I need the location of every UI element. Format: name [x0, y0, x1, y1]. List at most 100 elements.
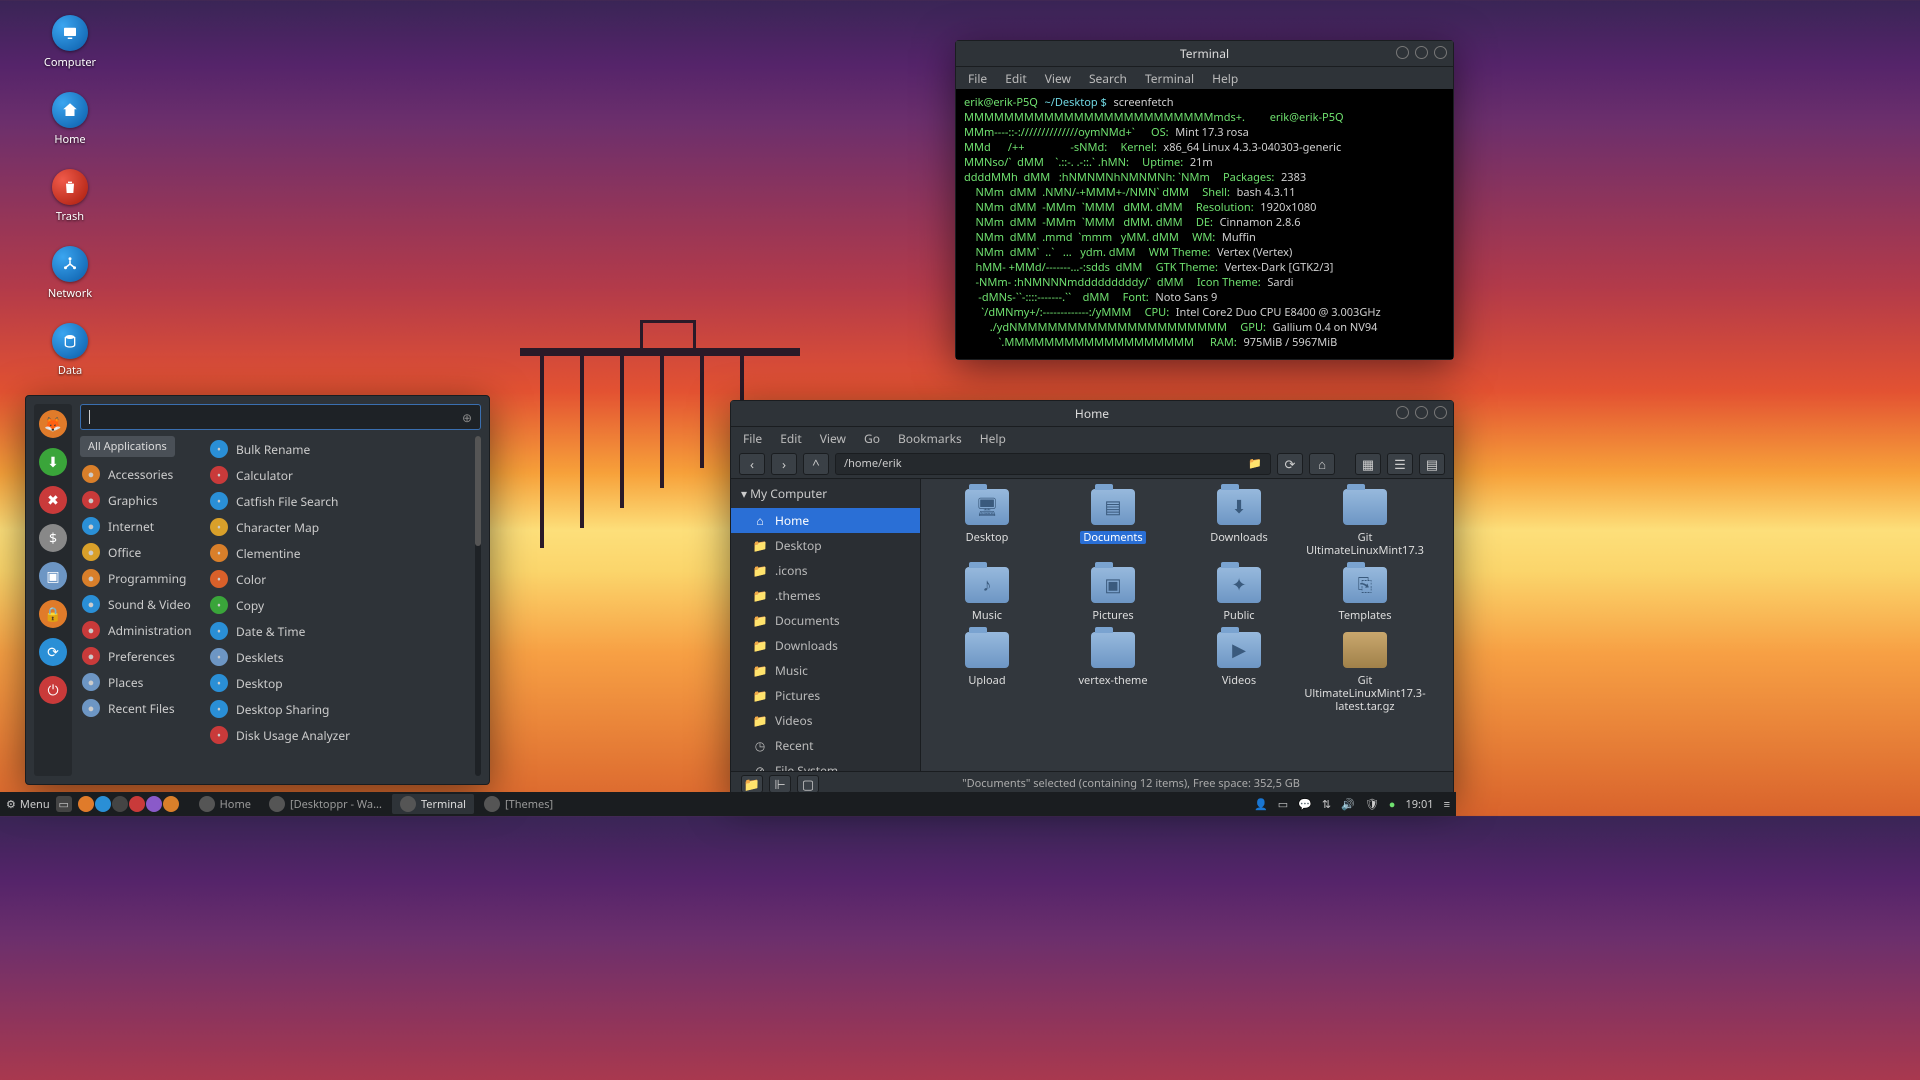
view-list-button[interactable]: ☰: [1387, 453, 1413, 475]
launcher-side-tools[interactable]: ✖: [39, 486, 67, 514]
grid-item[interactable]: 🖥Desktop: [939, 489, 1035, 557]
menu-help[interactable]: Help: [1212, 70, 1238, 87]
launcher-cat-programming[interactable]: ●Programming: [80, 565, 200, 591]
launcher-side-firefox[interactable]: 🦊: [39, 410, 67, 438]
terminal-window[interactable]: Terminal File Edit View Search Terminal …: [955, 40, 1454, 360]
menu-view[interactable]: View: [820, 430, 846, 447]
close-button[interactable]: [1434, 406, 1447, 419]
launcher-app-clementine[interactable]: •Clementine: [208, 540, 465, 566]
tray-menu-icon[interactable]: ≡: [1444, 797, 1450, 812]
fm-titlebar[interactable]: Home: [731, 401, 1453, 427]
ql-firefox[interactable]: [78, 796, 94, 812]
reload-button[interactable]: ⟳: [1277, 453, 1303, 475]
close-button[interactable]: [1434, 46, 1447, 59]
launcher-scrollbar[interactable]: [475, 436, 481, 776]
taskbar-task[interactable]: Home: [191, 794, 259, 814]
back-button[interactable]: ‹: [739, 453, 765, 475]
launcher-side-download[interactable]: ⬇: [39, 448, 67, 476]
menu-search[interactable]: Search: [1089, 70, 1127, 87]
launcher-app-disk-usage-analyzer[interactable]: •Disk Usage Analyzer: [208, 722, 465, 748]
tray-status-icon[interactable]: ●: [1389, 797, 1396, 812]
launcher-cat-recent-files[interactable]: ●Recent Files: [80, 695, 200, 721]
sidebar-item-music[interactable]: 📁Music: [731, 658, 920, 683]
maximize-button[interactable]: [1415, 46, 1428, 59]
forward-button[interactable]: ›: [771, 453, 797, 475]
menu-bookmarks[interactable]: Bookmarks: [898, 430, 962, 447]
sidebar-item-recent[interactable]: ◷Recent: [731, 733, 920, 758]
desktop-home[interactable]: Home: [40, 92, 100, 147]
tray-volume-icon[interactable]: 🔊: [1341, 797, 1355, 812]
minimize-button[interactable]: [1396, 46, 1409, 59]
launcher-app-color[interactable]: •Color: [208, 566, 465, 592]
grid-item[interactable]: Upload: [939, 632, 1035, 713]
menu-help[interactable]: Help: [980, 430, 1006, 447]
launcher-app-desktop[interactable]: •Desktop: [208, 670, 465, 696]
sidebar-item-desktop[interactable]: 📁Desktop: [731, 533, 920, 558]
launcher-side-lock[interactable]: 🔒: [39, 600, 67, 628]
sidebar-header-mycomputer[interactable]: ▾ My Computer: [731, 479, 920, 508]
launcher-app-desktop-sharing[interactable]: •Desktop Sharing: [208, 696, 465, 722]
grid-item[interactable]: ▣Pictures: [1065, 567, 1161, 622]
launcher-app-date-time[interactable]: •Date & Time: [208, 618, 465, 644]
launcher-side-files[interactable]: ▣: [39, 562, 67, 590]
taskbar-task[interactable]: [Desktoppr - Wa...: [261, 794, 390, 814]
desktop-network[interactable]: Network: [40, 246, 100, 301]
clock[interactable]: 19:01: [1405, 797, 1433, 812]
terminal-body[interactable]: erik@erik-P5Q ~/Desktop $ screenfetch MM…: [956, 89, 1453, 359]
grid-item[interactable]: ▤Documents: [1065, 489, 1161, 557]
launcher-cat-internet[interactable]: ●Internet: [80, 513, 200, 539]
launcher-app-desklets[interactable]: •Desklets: [208, 644, 465, 670]
launcher-cat-graphics[interactable]: ●Graphics: [80, 487, 200, 513]
sidebar-item-pictures[interactable]: 📁Pictures: [731, 683, 920, 708]
ql-app6[interactable]: [163, 796, 179, 812]
status-folder-button[interactable]: 📁: [741, 775, 763, 793]
view-icons-button[interactable]: ▦: [1355, 453, 1381, 475]
menu-view[interactable]: View: [1045, 70, 1071, 87]
launcher-side-refresh[interactable]: ⟳: [39, 638, 67, 666]
fm-grid[interactable]: 🖥Desktop ▤Documents ⬇Downloads Git Ultimate…: [921, 479, 1453, 771]
desktop-data[interactable]: Data: [40, 323, 100, 378]
tray-shield-icon[interactable]: 🛡: [1365, 797, 1379, 812]
sidebar-item-documents[interactable]: 📁Documents: [731, 608, 920, 633]
launcher-app-catfish-file-search[interactable]: •Catfish File Search: [208, 488, 465, 514]
grid-item[interactable]: ⎘Templates: [1317, 567, 1413, 622]
grid-item[interactable]: vertex-theme: [1065, 632, 1161, 713]
home-button[interactable]: ⌂: [1309, 453, 1335, 475]
path-input[interactable]: /home/erik📁: [835, 453, 1271, 475]
sidebar-item--themes[interactable]: 📁.themes: [731, 583, 920, 608]
desktop-trash[interactable]: Trash: [40, 169, 100, 224]
launcher-chip-all[interactable]: All Applications: [80, 436, 175, 457]
launcher-cat-sound-video[interactable]: ●Sound & Video: [80, 591, 200, 617]
view-compact-button[interactable]: ▤: [1419, 453, 1445, 475]
show-desktop-button[interactable]: ▭: [56, 796, 72, 812]
launcher-cat-accessories[interactable]: ●Accessories: [80, 461, 200, 487]
status-pane-button[interactable]: ▢: [797, 775, 819, 793]
launcher-side-dollar[interactable]: $: [39, 524, 67, 552]
menu-edit[interactable]: Edit: [780, 430, 801, 447]
sidebar-item-downloads[interactable]: 📁Downloads: [731, 633, 920, 658]
launcher-search[interactable]: ⊕: [80, 404, 481, 430]
launcher-cat-preferences[interactable]: ●Preferences: [80, 643, 200, 669]
maximize-button[interactable]: [1415, 406, 1428, 419]
grid-item[interactable]: Git UltimateLinuxMint17.3: [1317, 489, 1413, 557]
sidebar-item-file-system[interactable]: ⊘File System: [731, 758, 920, 771]
launcher-app-calculator[interactable]: •Calculator: [208, 462, 465, 488]
launcher-app-character-map[interactable]: •Character Map: [208, 514, 465, 540]
up-button[interactable]: ^: [803, 453, 829, 475]
launcher-cat-office[interactable]: ●Office: [80, 539, 200, 565]
launcher-app-copy[interactable]: •Copy: [208, 592, 465, 618]
grid-item[interactable]: ✦Public: [1191, 567, 1287, 622]
file-manager-window[interactable]: Home File Edit View Go Bookmarks Help ‹ …: [730, 400, 1454, 798]
tray-network-icon[interactable]: ⇅: [1322, 797, 1331, 812]
menu-file[interactable]: File: [743, 430, 762, 447]
menu-go[interactable]: Go: [864, 430, 880, 447]
terminal-titlebar[interactable]: Terminal: [956, 41, 1453, 67]
sidebar-item-home[interactable]: ⌂Home: [731, 508, 920, 533]
grid-item[interactable]: Git UltimateLinuxMint17.3-latest.tar.gz: [1317, 632, 1413, 713]
grid-item[interactable]: ▶Videos: [1191, 632, 1287, 713]
ql-app5[interactable]: [146, 796, 162, 812]
launcher-window[interactable]: 🦊⬇✖$▣🔒⟳⏻ ⊕ All Applications●Accessories●…: [25, 395, 490, 785]
grid-item[interactable]: ⬇Downloads: [1191, 489, 1287, 557]
launcher-cat-administration[interactable]: ●Administration: [80, 617, 200, 643]
menu-terminal[interactable]: Terminal: [1145, 70, 1194, 87]
